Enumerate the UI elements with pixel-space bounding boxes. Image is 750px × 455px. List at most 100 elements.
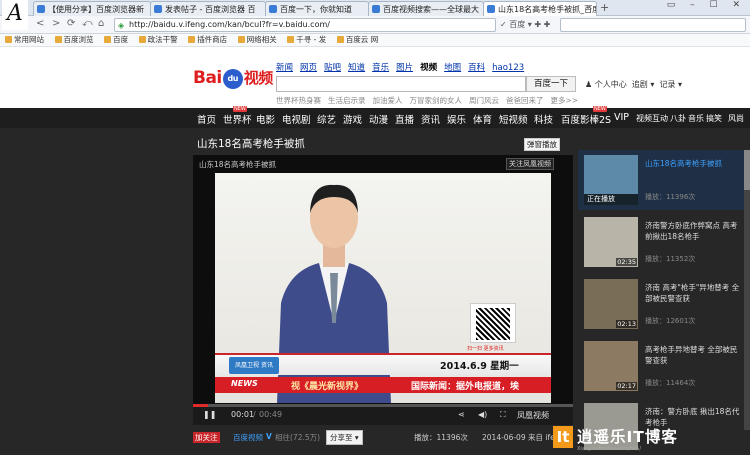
folder-icon: [54, 36, 62, 43]
hot-link[interactable]: 世界杯热身赛: [276, 96, 321, 105]
home-icon[interactable]: ⌂: [98, 18, 104, 29]
follow-button[interactable]: 加关注: [193, 432, 220, 443]
tab-4[interactable]: 百度视频搜索——全球最大: [368, 1, 484, 16]
channel-link[interactable]: 新闻: [276, 63, 293, 73]
tab-favicon-icon: [154, 5, 162, 13]
nav-item[interactable]: 首页: [197, 112, 216, 126]
time-separator: /: [253, 410, 256, 419]
playlist-title[interactable]: 济南 高考"枪手"异地替考 全部被民警查获: [645, 282, 740, 304]
channel-name[interactable]: 百度视频: [233, 432, 263, 443]
playlist-item-current[interactable]: 正在播放 山东18名高考枪手被抓 播放：11396次: [578, 150, 745, 210]
pause-icon[interactable]: ❚❚: [203, 410, 216, 419]
nav-item[interactable]: 电视剧: [282, 112, 311, 126]
browser-search-input[interactable]: [560, 18, 746, 32]
play-count: 播放：11396次: [414, 433, 468, 442]
bookmark-item[interactable]: 百度云 网: [336, 34, 378, 46]
hot-link[interactable]: 爸爸回来了: [506, 96, 544, 105]
tab-favicon-icon: [269, 5, 277, 13]
playlist-item[interactable]: 02:13 济南 高考"枪手"异地替考 全部被民警查获 播放：12601次: [578, 274, 745, 334]
share-to-button[interactable]: 分享至 ▾: [326, 430, 363, 445]
playlist-scrollbar[interactable]: [744, 150, 750, 430]
fullscreen-icon[interactable]: ⛶: [500, 410, 506, 420]
nav-item[interactable]: 资讯: [421, 112, 440, 126]
tab-close-icon[interactable]: ✕: [586, 3, 593, 12]
nav-item[interactable]: 游戏: [343, 112, 362, 126]
channel-link[interactable]: 网页: [300, 63, 317, 73]
nav-item[interactable]: 搞笑: [706, 113, 722, 124]
bookmark-item[interactable]: 插件商店: [188, 34, 227, 46]
follow-ifeng-button[interactable]: 关注凤凰视频: [506, 158, 554, 170]
watermark-logo: It: [553, 426, 573, 448]
tab-2[interactable]: 发表帖子 - 百度浏览器 百: [150, 1, 266, 16]
bookmark-item[interactable]: 常用网站: [5, 34, 44, 46]
channel-link[interactable]: 音乐: [372, 63, 389, 73]
channel-link[interactable]: 图片: [396, 63, 413, 73]
scroll-thumb[interactable]: [744, 150, 750, 190]
window-controls[interactable]: ▭ – ☐ ✕: [667, 0, 746, 10]
nav-item[interactable]: 直播: [395, 112, 414, 126]
upload-date: 2014-06-09 来自 ifen: [482, 433, 560, 442]
hot-search-links: 世界杯热身赛 生活启示录 加油爱人 万冒家剑的女人 周门风云 爸爸回来了 更多>>: [276, 95, 585, 106]
hot-link[interactable]: 生活启示录: [328, 96, 366, 105]
follow-drama-link[interactable]: 追剧 ▾: [632, 80, 655, 89]
nav-item[interactable]: 风尚: [728, 113, 744, 124]
nav-item[interactable]: 短视频: [499, 112, 528, 126]
playlist-plays: 播放：11396次: [645, 193, 696, 201]
channel-link[interactable]: 百科: [468, 63, 485, 73]
playlist-title[interactable]: 济南警方卧底作弊窝点 高考前揪出18名枪手: [645, 220, 740, 242]
forward-icon[interactable]: >: [52, 18, 60, 29]
channel-link-selected[interactable]: 视频: [420, 63, 437, 73]
nav-item[interactable]: 科技: [534, 112, 553, 126]
bookmark-item[interactable]: 百度: [104, 34, 128, 46]
nav-item[interactable]: 综艺: [317, 112, 336, 126]
channel-logo: 凤凰卫视 资讯: [229, 357, 279, 374]
bookmark-item[interactable]: 政法干警: [138, 34, 178, 46]
nav-item[interactable]: 体育: [473, 112, 492, 126]
bookmark-item[interactable]: 百度浏览: [54, 34, 94, 46]
tab-label: 【使用分享】百度浏览器新: [48, 5, 144, 14]
restore-icon[interactable]: ⤺: [82, 18, 93, 29]
refresh-icon[interactable]: ⟳: [67, 18, 75, 29]
hot-link[interactable]: 万冒家剑的女人: [410, 96, 463, 105]
blog-watermark: It 逍遥乐IT博客 Xiaoyao.Beidou.com/805/: [553, 424, 750, 455]
nav-item[interactable]: 世界杯 NEW: [223, 106, 252, 126]
history-link[interactable]: 记录 ▾: [659, 80, 682, 89]
new-tab-icon[interactable]: +: [600, 1, 609, 14]
tab-5-active[interactable]: 山东18名高考枪手被抓_百度 ✕: [483, 1, 597, 16]
baidu-video-logo[interactable]: Bai du 视频: [193, 67, 273, 89]
channel-link[interactable]: 贴吧: [324, 63, 341, 73]
now-playing-label: 正在播放: [584, 194, 638, 205]
tab-3[interactable]: 百度一下，你就知道: [265, 1, 369, 16]
nav-item[interactable]: 电影: [256, 112, 275, 126]
channel-link[interactable]: 地图: [444, 63, 461, 73]
baidu-search-button[interactable]: 百度一下: [526, 76, 576, 92]
playlist-item[interactable]: 02:17 高考枪手异地替考 全部被民警查获 播放：11464次: [578, 336, 745, 396]
hot-link[interactable]: 加油爱人: [373, 96, 403, 105]
nav-item[interactable]: 动漫: [369, 112, 388, 126]
nav-item[interactable]: 音乐: [688, 113, 704, 124]
video-frame[interactable]: 扫一扫 更多资讯 凤凰卫视 资讯 2014.6.9 星期一 NEWS 视《晨光新…: [215, 173, 551, 403]
hot-link[interactable]: 周门风云: [469, 96, 499, 105]
more-link[interactable]: 更多>>: [551, 96, 579, 105]
channel-link[interactable]: hao123: [492, 63, 524, 73]
user-center-link[interactable]: 个人中心: [595, 80, 627, 89]
nav-item[interactable]: VIP: [614, 112, 629, 123]
playlist-item[interactable]: 02:35 济南警方卧底作弊窝点 高考前揪出18名枪手 播放：11352次: [578, 212, 745, 272]
bookmark-item[interactable]: 千寻 - 发: [287, 34, 326, 46]
playlist-title[interactable]: 山东18名高考枪手被抓: [645, 158, 740, 169]
browser-extensions[interactable]: ✓ 百度 ▾ ✚ ✚: [500, 19, 550, 30]
tab-1[interactable]: 【使用分享】百度浏览器新: [33, 1, 151, 16]
nav-item[interactable]: 百度影棒2S NEW: [561, 106, 611, 126]
back-icon[interactable]: <: [36, 18, 44, 29]
address-bar[interactable]: ◈ http://baidu.v.ifeng.com/kan/bcuI?fr=v.…: [114, 18, 496, 32]
nav-item[interactable]: 视频互动: [636, 113, 668, 124]
nav-item[interactable]: 娱乐: [447, 112, 466, 126]
baidu-search-input[interactable]: [276, 76, 526, 92]
bookmark-item[interactable]: 网络相关: [237, 34, 277, 46]
nav-item[interactable]: 八卦: [670, 113, 686, 124]
channel-link[interactable]: 知道: [348, 63, 365, 73]
playlist-title[interactable]: 高考枪手异地替考 全部被民警查获: [645, 344, 740, 366]
share-icon[interactable]: ⋖: [458, 410, 465, 419]
volume-icon[interactable]: ◀): [478, 410, 487, 419]
popup-play-button[interactable]: 弹窗播放: [524, 138, 560, 151]
